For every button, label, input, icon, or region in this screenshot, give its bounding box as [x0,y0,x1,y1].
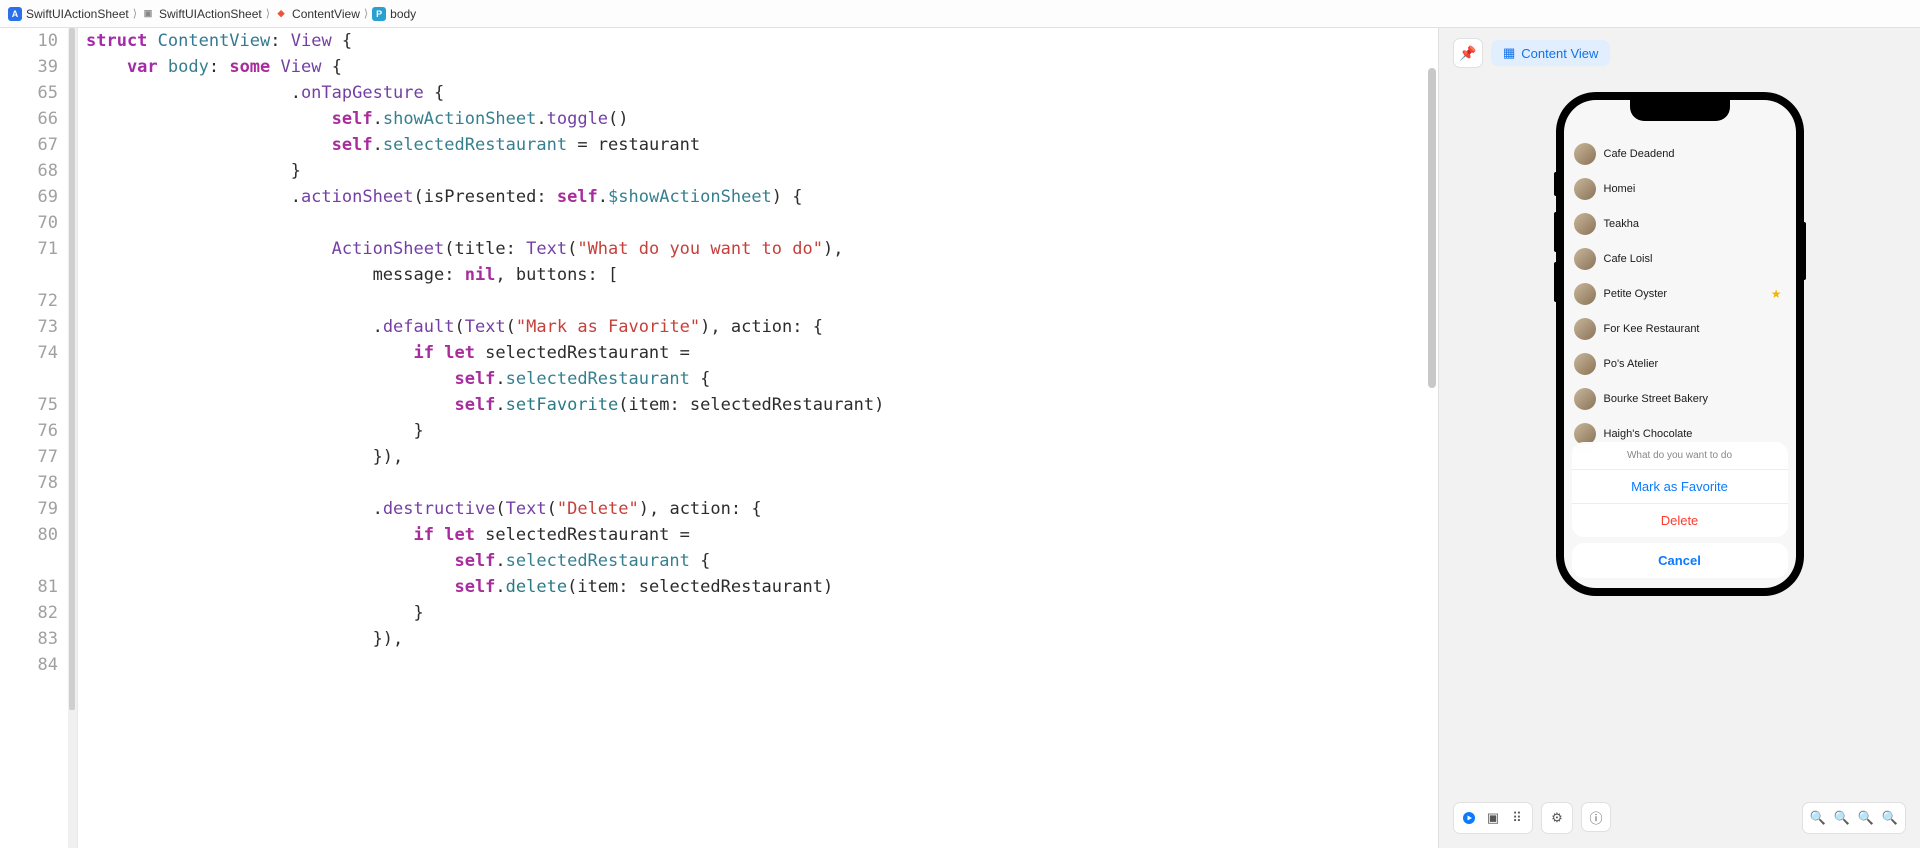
list-item[interactable]: Teakha [1564,206,1796,241]
preview-canvas: 📌 ▦ Content View Cafe Deadend Homei Teak… [1438,28,1920,848]
restaurant-name: Cafe Loisl [1604,253,1653,265]
code-editor[interactable]: 103965666768697071 727374 757677787980 8… [0,28,1438,848]
line-number-gutter: 103965666768697071 727374 757677787980 8… [0,28,68,848]
swift-icon: ◆ [274,7,288,21]
zoom-actual-button[interactable]: 🔍 [1854,806,1878,830]
breadcrumb-project[interactable]: A SwiftUIActionSheet [8,7,129,21]
restaurant-thumb-icon [1574,143,1596,165]
restaurant-name: Po's Atelier [1604,358,1659,370]
cancel-button[interactable]: Cancel [1572,543,1788,578]
zoom-controls: 🔍 🔍 🔍 🔍 [1802,802,1906,834]
property-icon: P [372,7,386,21]
restaurant-name: Bourke Street Bakery [1604,393,1709,405]
restaurant-thumb-icon [1574,388,1596,410]
list-item[interactable]: Cafe Deadend [1564,136,1796,171]
pin-icon: 📌 [1459,45,1476,62]
list-item[interactable]: Bourke Street Bakery [1564,381,1796,416]
selectable-preview-button[interactable]: ▣ [1481,806,1505,830]
breadcrumb-view[interactable]: ◆ ContentView [274,7,360,21]
scrollbar-thumb[interactable] [1428,68,1436,388]
chevron-right-icon: ⟩ [133,7,137,20]
restaurant-name: Homei [1604,183,1636,195]
restaurant-name: Haigh's Chocolate [1604,428,1693,440]
preview-controls: ▣ ⠿ [1453,802,1533,834]
folder-icon: ▣ [141,7,155,21]
restaurant-thumb-icon [1574,213,1596,235]
iphone-screen[interactable]: Cafe Deadend Homei Teakha Cafe Loisl Pet… [1564,100,1796,588]
restaurant-list[interactable]: Cafe Deadend Homei Teakha Cafe Loisl Pet… [1564,100,1796,451]
phone-power [1802,222,1806,280]
zoom-in-button[interactable]: 🔍 [1878,806,1902,830]
pin-preview-button[interactable]: 📌 [1453,38,1483,68]
clipboard-icon: ▦ [1503,45,1515,61]
iphone-frame: Cafe Deadend Homei Teakha Cafe Loisl Pet… [1556,92,1804,596]
zoom-fit-button[interactable]: 🔍 [1830,806,1854,830]
breadcrumb-label: ContentView [292,7,360,21]
restaurant-name: For Kee Restaurant [1604,323,1700,335]
inspect-button[interactable]: ⓘ [1581,802,1611,832]
phone-volume-down [1554,262,1558,302]
restaurant-name: Cafe Deadend [1604,148,1675,160]
star-icon: ★ [1771,287,1782,301]
device-settings: ⚙ [1541,802,1573,834]
action-sheet-title: What do you want to do [1572,442,1788,470]
fold-indicator[interactable] [69,28,75,710]
breadcrumb: A SwiftUIActionSheet ⟩ ▣ SwiftUIActionSh… [0,0,1920,28]
mark-favorite-button[interactable]: Mark as Favorite [1572,470,1788,504]
action-sheet: What do you want to do Mark as Favorite … [1572,442,1788,578]
breadcrumb-label: SwiftUIActionSheet [159,7,262,21]
restaurant-thumb-icon [1574,248,1596,270]
delete-button[interactable]: Delete [1572,504,1788,537]
list-item[interactable]: Petite Oyster ★ [1564,276,1796,311]
list-item[interactable]: For Kee Restaurant [1564,311,1796,346]
chevron-right-icon: ⟩ [364,7,368,20]
list-item[interactable]: Cafe Loisl [1564,241,1796,276]
device-settings-button[interactable]: ⚙ [1545,806,1569,830]
chevron-right-icon: ⟩ [266,7,270,20]
xcode-project-icon: A [8,7,22,21]
breadcrumb-label: body [390,7,416,21]
zoom-out-button[interactable]: 🔍 [1806,806,1830,830]
restaurant-name: Petite Oyster [1604,288,1668,300]
code-text[interactable]: struct ContentView: View { var body: som… [78,28,1438,848]
fold-gutter[interactable] [68,28,78,848]
restaurant-thumb-icon [1574,353,1596,375]
variants-button[interactable]: ⠿ [1505,806,1529,830]
live-preview-button[interactable] [1457,806,1481,830]
list-item[interactable]: Po's Atelier [1564,346,1796,381]
preview-name: Content View [1521,46,1598,61]
phone-volume-up [1554,212,1558,252]
iphone-notch [1630,99,1730,121]
phone-switch [1554,172,1558,196]
restaurant-thumb-icon [1574,318,1596,340]
list-item[interactable]: Homei [1564,171,1796,206]
breadcrumb-folder[interactable]: ▣ SwiftUIActionSheet [141,7,262,21]
breadcrumb-body[interactable]: P body [372,7,416,21]
restaurant-thumb-icon [1574,283,1596,305]
breadcrumb-label: SwiftUIActionSheet [26,7,129,21]
preview-selector[interactable]: ▦ Content View [1491,40,1610,66]
restaurant-thumb-icon [1574,178,1596,200]
restaurant-name: Teakha [1604,218,1639,230]
